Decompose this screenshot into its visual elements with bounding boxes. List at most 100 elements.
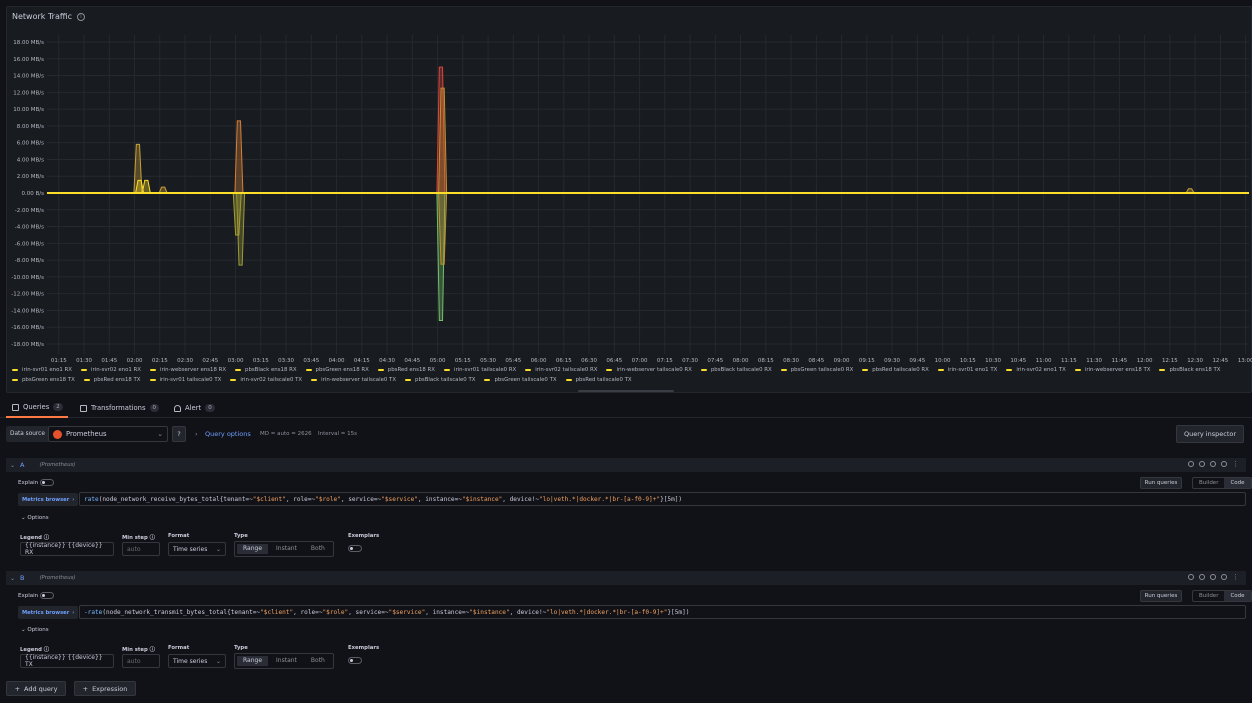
query-row-header-a[interactable]: ⌄ A (Prometheus) ⋮ bbox=[6, 458, 1246, 472]
min-step-input[interactable]: auto bbox=[122, 542, 160, 556]
legend-item[interactable]: irin-webserver tailscale0 RX bbox=[606, 367, 692, 373]
collapse-icon[interactable]: ⌄ bbox=[10, 575, 15, 582]
y-tick-label: -18.00 MB/s bbox=[11, 342, 44, 348]
legend-swatch bbox=[780, 369, 787, 371]
legend-item[interactable]: irin-svr02 eno1 TX bbox=[1006, 367, 1066, 373]
timeseries-chart[interactable]: 18.00 MB/s 16.00 MB/s 14.00 MB/s 12.00 MB/s… bbox=[7, 7, 1252, 367]
trash-icon[interactable] bbox=[1221, 574, 1227, 580]
x-tick-label: 10:15 bbox=[960, 358, 976, 364]
legend-item[interactable]: pbsRed ens18 RX bbox=[377, 367, 435, 373]
legend-input[interactable]: {{instance}} {{device}} RX bbox=[20, 542, 114, 556]
code-mode[interactable]: Code bbox=[1224, 478, 1251, 488]
x-tick-label: 10:45 bbox=[1010, 358, 1026, 364]
legend-item[interactable]: pbsRed tailscale0 TX bbox=[565, 377, 632, 383]
duplicate-icon[interactable] bbox=[1199, 461, 1205, 467]
tab-transformations[interactable]: Transformations 0 bbox=[80, 398, 160, 418]
metrics-browser-button[interactable]: Metrics browser › bbox=[18, 606, 79, 619]
eye-icon[interactable] bbox=[1210, 574, 1216, 580]
query-expression-input[interactable]: -rate (node_network_transmit_bytes_total{… bbox=[79, 605, 1246, 619]
min-step-input[interactable]: auto bbox=[122, 654, 160, 668]
legend-item[interactable]: irin-svr02 tailscale0 RX bbox=[525, 367, 597, 373]
options-toggle[interactable]: ⌄ Options bbox=[21, 627, 49, 633]
options-toggle[interactable]: ⌄ Options bbox=[21, 515, 49, 521]
collapse-icon[interactable]: ⌄ bbox=[10, 462, 15, 469]
trash-icon[interactable] bbox=[1221, 461, 1227, 467]
plus-icon: + bbox=[82, 684, 89, 693]
explain-toggle[interactable] bbox=[40, 479, 54, 486]
query-letter[interactable]: A bbox=[20, 461, 24, 469]
query-letter[interactable]: B bbox=[20, 574, 24, 582]
legend-item[interactable]: pbsGreen tailscale0 RX bbox=[780, 367, 853, 373]
legend-item[interactable]: irin-svr01 eno1 TX bbox=[937, 367, 997, 373]
legend-item[interactable]: irin-svr01 eno1 RX bbox=[12, 367, 72, 373]
x-tick-label: 11:45 bbox=[1111, 358, 1127, 364]
type-instant-option[interactable]: Instant bbox=[270, 656, 303, 666]
legend-item[interactable]: pbsBlack tailscale0 RX bbox=[700, 367, 772, 373]
x-tick-label: 03:00 bbox=[228, 358, 244, 364]
panel-resize-handle[interactable] bbox=[578, 390, 674, 392]
editor-mode-toggle[interactable]: Builder Code bbox=[1192, 477, 1252, 489]
x-tick-label: 05:45 bbox=[505, 358, 521, 364]
legend-item[interactable]: pbsRed tailscale0 RX bbox=[862, 367, 929, 373]
help-icon[interactable] bbox=[1188, 461, 1194, 467]
metrics-browser-button[interactable]: Metrics browser › bbox=[18, 493, 79, 506]
drag-handle-icon[interactable]: ⋮ bbox=[1232, 461, 1239, 468]
run-queries-button[interactable]: Run queries bbox=[1140, 477, 1182, 489]
drag-handle-icon[interactable]: ⋮ bbox=[1232, 574, 1239, 581]
duplicate-icon[interactable] bbox=[1199, 574, 1205, 580]
panel-title[interactable]: Network Traffic i bbox=[12, 12, 85, 21]
x-tick-label: 06:30 bbox=[581, 358, 597, 364]
legend-label: irin-svr02 eno1 TX bbox=[1016, 367, 1066, 373]
chevron-right-icon: › bbox=[72, 496, 75, 503]
tab-alert[interactable]: Alert 0 bbox=[174, 398, 215, 418]
datasource-help-button[interactable]: ? bbox=[172, 426, 186, 442]
legend-item[interactable]: pbsBlack ens18 TX bbox=[1159, 367, 1221, 373]
add-expression-button[interactable]: + Expression bbox=[74, 681, 136, 696]
builder-mode[interactable]: Builder bbox=[1193, 591, 1224, 601]
type-range-option[interactable]: Range bbox=[237, 544, 269, 554]
legend-item[interactable]: irin-svr02 eno1 RX bbox=[80, 367, 141, 373]
format-select[interactable]: Time series ⌄ bbox=[168, 542, 226, 556]
query-inspector-button[interactable]: Query inspector bbox=[1176, 425, 1244, 443]
run-queries-button[interactable]: Run queries bbox=[1140, 590, 1182, 602]
legend-item[interactable]: pbsRed ens18 TX bbox=[83, 377, 141, 383]
tab-queries[interactable]: Queries 2 bbox=[6, 398, 68, 418]
query-row-header-b[interactable]: ⌄ B (Prometheus) ⋮ bbox=[6, 571, 1246, 585]
editor-mode-toggle[interactable]: Builder Code bbox=[1192, 590, 1252, 602]
query-options-toggle[interactable]: Query options bbox=[205, 430, 251, 438]
type-both-option[interactable]: Both bbox=[305, 544, 331, 554]
type-both-option[interactable]: Both bbox=[305, 656, 331, 666]
legend-swatch bbox=[230, 379, 237, 381]
legend-item[interactable]: pbsBlack ens18 RX bbox=[235, 367, 297, 373]
query-expression-input[interactable]: rate (node_network_receive_bytes_total{te… bbox=[79, 492, 1246, 506]
type-range-option[interactable]: Range bbox=[237, 656, 269, 666]
explain-toggle[interactable] bbox=[40, 592, 54, 599]
legend-item[interactable]: irin-webserver ens18 TX bbox=[1074, 367, 1150, 373]
legend-label: irin-svr01 eno1 RX bbox=[22, 367, 72, 373]
type-instant-option[interactable]: Instant bbox=[270, 544, 303, 554]
legend-item[interactable]: pbsGreen ens18 TX bbox=[12, 377, 75, 383]
tab-transformations-count: 0 bbox=[149, 404, 160, 412]
datasource-select[interactable]: Prometheus ⌄ bbox=[48, 426, 168, 442]
legend-item[interactable]: irin-svr01 tailscale0 RX bbox=[443, 367, 516, 373]
help-icon[interactable] bbox=[1188, 574, 1194, 580]
legend-item[interactable]: irin-webserver tailscale0 TX bbox=[311, 377, 396, 383]
x-tick-label: 10:30 bbox=[985, 358, 1001, 364]
legend-item[interactable]: pbsGreen tailscale0 TX bbox=[484, 377, 557, 383]
code-mode[interactable]: Code bbox=[1224, 591, 1251, 601]
legend-item[interactable]: pbsGreen ens18 RX bbox=[305, 367, 369, 373]
legend-item[interactable]: irin-svr01 tailscale0 TX bbox=[149, 377, 221, 383]
legend-item[interactable]: irin-svr02 tailscale0 TX bbox=[230, 377, 302, 383]
format-select[interactable]: Time series ⌄ bbox=[168, 654, 226, 668]
add-query-button[interactable]: + Add query bbox=[6, 681, 66, 696]
legend-item[interactable]: pbsBlack tailscale0 TX bbox=[405, 377, 475, 383]
exemplars-toggle[interactable] bbox=[348, 657, 362, 664]
legend-label: irin-svr02 tailscale0 RX bbox=[535, 367, 598, 373]
info-icon[interactable]: i bbox=[76, 12, 85, 21]
builder-mode[interactable]: Builder bbox=[1193, 478, 1224, 488]
exemplars-toggle[interactable] bbox=[348, 545, 362, 552]
legend-item[interactable]: irin-webserver ens18 RX bbox=[149, 367, 226, 373]
eye-icon[interactable] bbox=[1210, 461, 1216, 467]
x-tick-label: 02:15 bbox=[152, 358, 168, 364]
legend-input[interactable]: {{instance}} {{device}} TX bbox=[20, 654, 114, 668]
